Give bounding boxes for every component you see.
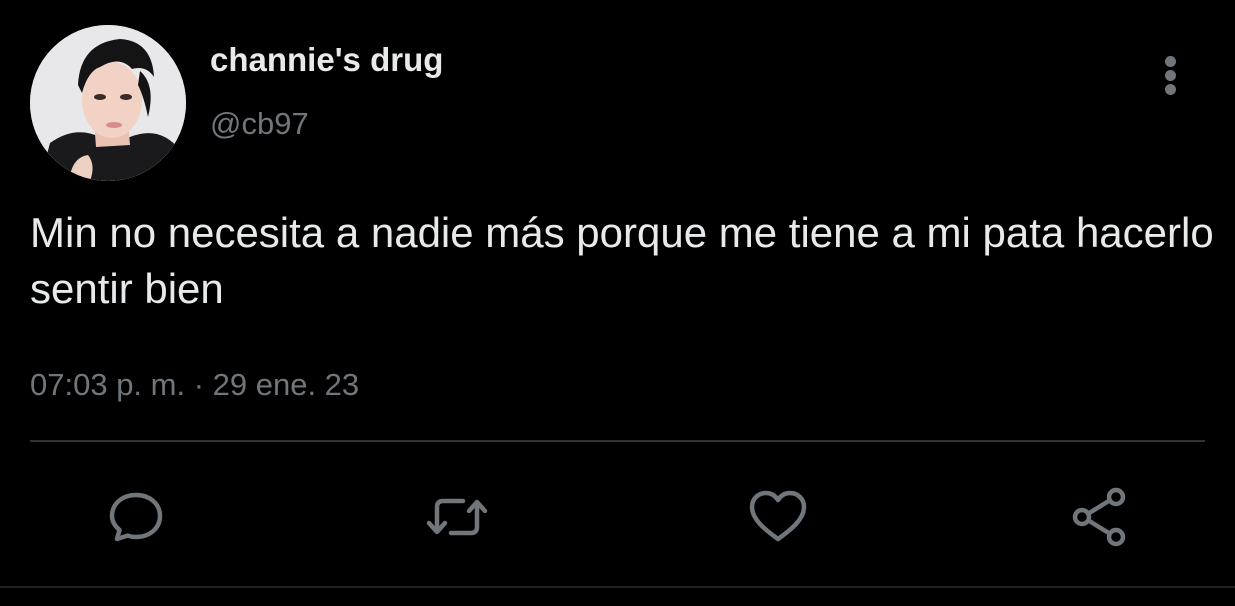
tweet-timestamp[interactable]: 07:03 p. m. · 29 ene. 23 bbox=[30, 365, 359, 405]
more-options-button[interactable] bbox=[1150, 52, 1192, 98]
retweet-button[interactable] bbox=[425, 485, 489, 549]
avatar-image bbox=[30, 25, 186, 181]
avatar[interactable] bbox=[30, 25, 186, 181]
author-display-name[interactable]: channie's drug bbox=[210, 40, 443, 80]
tweet-text: Min no necesita a nadie más porque me ti… bbox=[30, 209, 1214, 312]
like-button[interactable] bbox=[746, 485, 810, 549]
retweet-icon bbox=[426, 498, 488, 536]
share-icon bbox=[1072, 487, 1126, 547]
share-button[interactable] bbox=[1068, 485, 1132, 549]
reply-icon bbox=[109, 492, 163, 542]
reply-button[interactable] bbox=[104, 485, 168, 549]
bottom-divider bbox=[0, 586, 1235, 588]
divider bbox=[30, 440, 1205, 442]
author-handle[interactable]: @cb97 bbox=[210, 104, 309, 144]
heart-icon bbox=[749, 490, 807, 542]
